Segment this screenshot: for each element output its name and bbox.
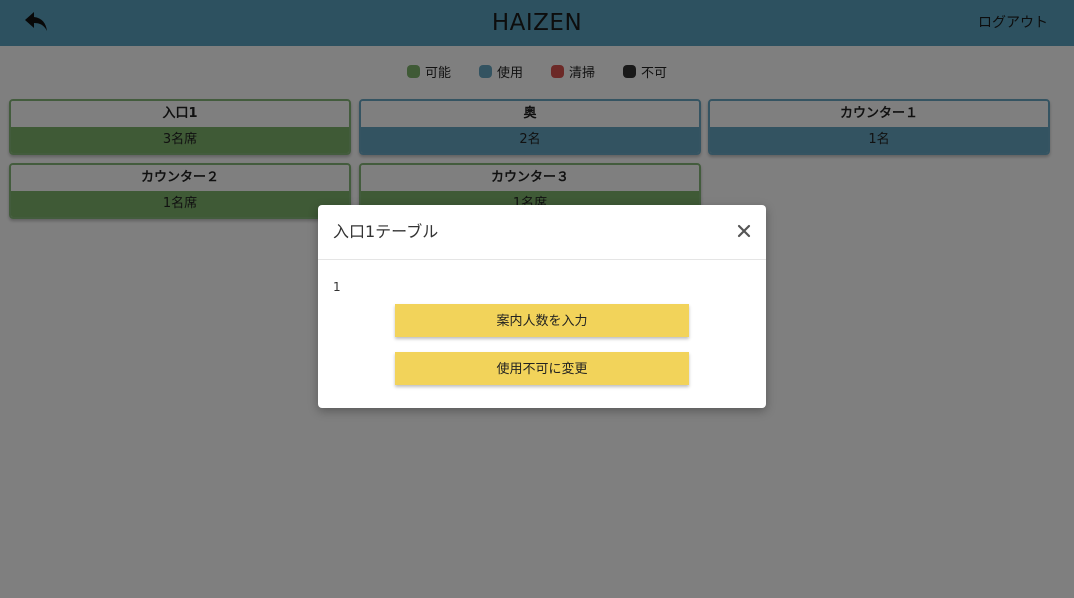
modal-body-text: 1 <box>333 280 341 294</box>
close-icon <box>737 224 751 238</box>
table-modal: 入口1テーブル 1 案内人数を入力 使用不可に変更 <box>318 205 766 408</box>
modal-title: 入口1テーブル <box>333 222 439 241</box>
enter-guest-count-button[interactable]: 案内人数を入力 <box>395 304 689 337</box>
mark-unavailable-button[interactable]: 使用不可に変更 <box>395 352 689 385</box>
close-button[interactable] <box>734 220 754 242</box>
modal-header: 入口1テーブル <box>318 205 766 260</box>
